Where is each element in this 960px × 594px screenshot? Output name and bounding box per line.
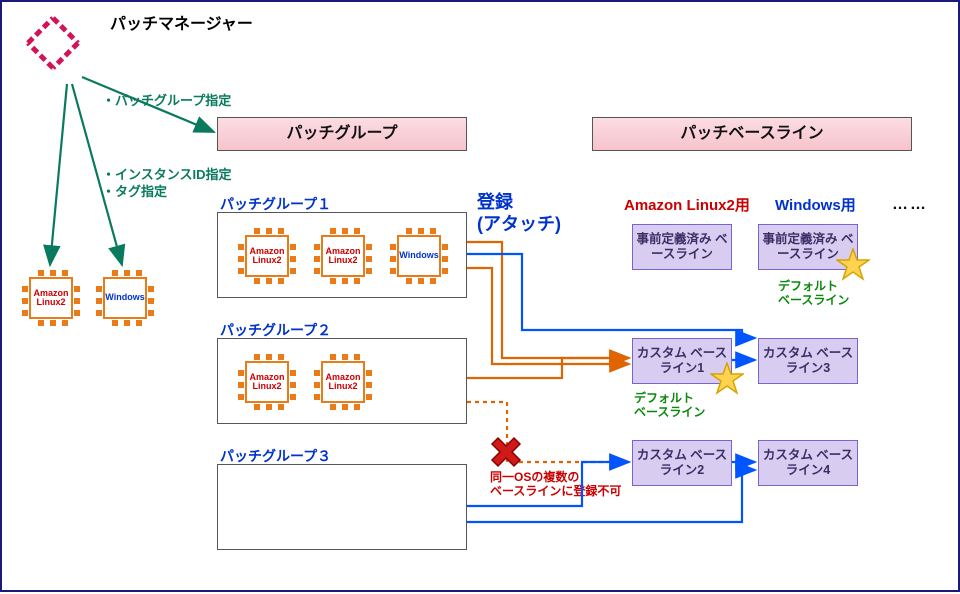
- chip-label: Amazon Linux2: [29, 277, 73, 319]
- note-default-baseline-2: デフォルト ベースライン: [778, 280, 849, 308]
- title: パッチマネージャー: [110, 10, 253, 34]
- note-warn-multi: 同一OSの複数の ベースラインに登録不可: [490, 470, 621, 499]
- bl-c3: カスタム ベースライン3: [758, 338, 858, 384]
- chip-g2-al2-b: Amazon Linux2: [314, 354, 372, 410]
- chip-label: Amazon Linux2: [321, 361, 365, 403]
- label-group2: パッチグループ２: [220, 320, 331, 340]
- box-group3: [217, 464, 467, 550]
- bl-c2: カスタム ベースライン2: [632, 440, 732, 486]
- bl-predef-al2: 事前定義済み ベースライン: [632, 224, 732, 270]
- label-group3: パッチグループ３: [220, 446, 331, 466]
- chip-g1-al2-b: Amazon Linux2: [314, 228, 372, 284]
- diagram-canvas: パッチマネージャー ・パッチグループ指定 ・インスタンスID指定 ・タグ指定 パ…: [0, 0, 960, 592]
- chip-g1-win: Windows: [390, 228, 448, 284]
- note-default-baseline-1: デフォルト ベースライン: [634, 392, 705, 420]
- chip-win-standalone: Windows: [96, 270, 154, 326]
- chip-label: Amazon Linux2: [245, 361, 289, 403]
- star-icon: [836, 248, 870, 282]
- col-head-more: ……: [892, 196, 928, 214]
- chip-g2-al2-a: Amazon Linux2: [238, 354, 296, 410]
- chip-label: Windows: [397, 235, 441, 277]
- label-register-attach: 登録 (アタッチ): [477, 192, 561, 235]
- bl-c4: カスタム ベースライン4: [758, 440, 858, 486]
- cross-icon: [486, 432, 526, 472]
- chip-label: Windows: [103, 277, 147, 319]
- chip-g1-al2-a: Amazon Linux2: [238, 228, 296, 284]
- col-head-win: Windows用: [775, 194, 856, 215]
- header-patch-baseline: パッチベースライン: [592, 117, 912, 151]
- chip-al2-standalone: Amazon Linux2: [22, 270, 80, 326]
- star-icon: [710, 362, 744, 396]
- pm-logo-icon: [16, 12, 90, 86]
- note-patch-group-spec: ・パッチグループ指定: [102, 90, 231, 109]
- label-group1: パッチグループ１: [220, 194, 331, 214]
- header-patch-group: パッチグループ: [217, 117, 467, 151]
- chip-label: Amazon Linux2: [321, 235, 365, 277]
- chip-label: Amazon Linux2: [245, 235, 289, 277]
- note-tag-spec: ・タグ指定: [102, 181, 167, 200]
- col-head-al2: Amazon Linux2用: [624, 194, 750, 215]
